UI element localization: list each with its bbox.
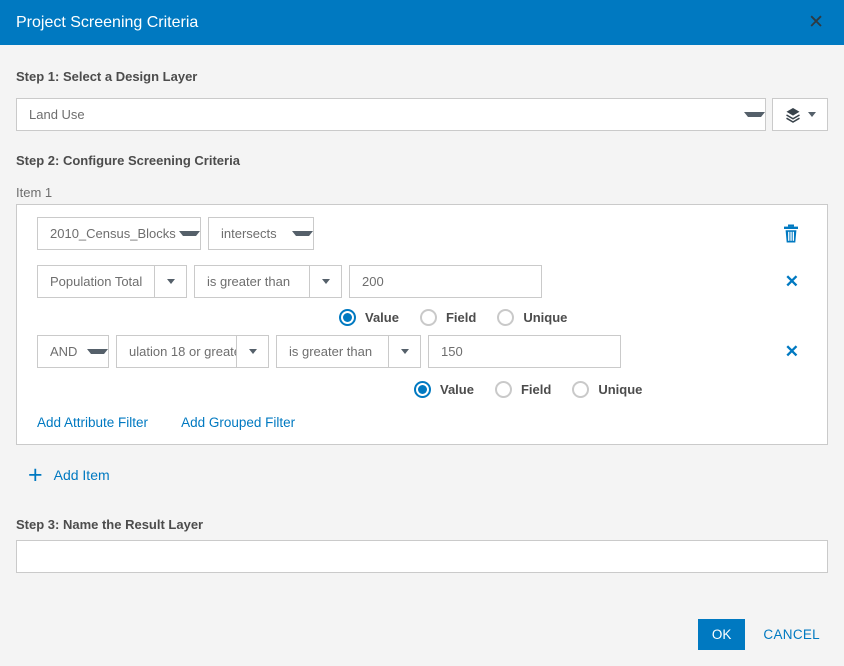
filter1-radio-value[interactable]: Value xyxy=(339,309,399,326)
filter2-radio-unique[interactable]: Unique xyxy=(572,381,642,398)
step1-label: Step 1: Select a Design Layer xyxy=(16,69,828,84)
spatial-operator-select[interactable]: intersects xyxy=(208,217,314,250)
filter1-operator-value: is greater than xyxy=(195,274,309,289)
screening-item-box: 2010_Census_Blocks intersects xyxy=(16,204,828,445)
dialog-header: Project Screening Criteria ✕ xyxy=(0,0,844,45)
design-layer-row: Land Use xyxy=(16,98,828,131)
filter2-radio-value[interactable]: Value xyxy=(414,381,474,398)
ok-button[interactable]: OK xyxy=(698,619,746,650)
dialog-footer: OK CANCEL xyxy=(698,619,820,650)
filter1-field-select[interactable]: Population Total xyxy=(37,265,187,298)
design-layer-select[interactable]: Land Use xyxy=(16,98,766,131)
radio-unselected-icon xyxy=(572,381,589,398)
chevron-down-icon xyxy=(292,231,313,236)
filter2-field-value: ulation 18 or greater xyxy=(117,344,236,359)
filter1-value-input[interactable] xyxy=(349,265,542,298)
filter-layer-value: 2010_Census_Blocks xyxy=(38,226,179,241)
dialog-title: Project Screening Criteria xyxy=(16,14,198,32)
item-label: Item 1 xyxy=(16,185,828,200)
radio-selected-icon xyxy=(339,309,356,326)
filter2-mode-radios: Value Field Unique xyxy=(414,380,807,399)
add-attribute-filter-link[interactable]: Add Attribute Filter xyxy=(37,415,148,430)
add-item-label: Add Item xyxy=(54,467,110,483)
trash-icon xyxy=(783,224,799,243)
design-layer-value: Land Use xyxy=(17,107,744,122)
filter-links-row: Add Attribute Filter Add Grouped Filter xyxy=(37,415,807,430)
filter2-field-select[interactable]: ulation 18 or greater xyxy=(116,335,269,368)
delete-item-button[interactable] xyxy=(783,224,799,243)
filter-layer-select[interactable]: 2010_Census_Blocks xyxy=(37,217,201,250)
layer-options-button[interactable] xyxy=(772,98,828,131)
step3-label: Step 3: Name the Result Layer xyxy=(16,517,828,532)
step2-label: Step 2: Configure Screening Criteria xyxy=(16,153,828,168)
attribute-filter-row: Population Total is greater than ✕ xyxy=(37,265,807,298)
chevron-down-icon xyxy=(808,112,816,117)
chevron-down-icon xyxy=(322,279,330,284)
spatial-filter-row: 2010_Census_Blocks intersects xyxy=(37,217,807,250)
filter1-radio-unique[interactable]: Unique xyxy=(497,309,567,326)
project-screening-criteria-dialog: Project Screening Criteria ✕ Step 1: Sel… xyxy=(0,0,844,666)
filter1-radio-field[interactable]: Field xyxy=(420,309,476,326)
result-layer-name-input[interactable] xyxy=(16,540,828,573)
filter2-logic-value: AND xyxy=(38,344,87,359)
chevron-down-icon xyxy=(87,349,108,354)
layers-icon xyxy=(785,107,801,123)
add-grouped-filter-link[interactable]: Add Grouped Filter xyxy=(181,415,295,430)
filter1-field-value: Population Total xyxy=(38,274,154,289)
cancel-button[interactable]: CANCEL xyxy=(763,627,820,642)
filter2-logic-select[interactable]: AND xyxy=(37,335,109,368)
filter2-radio-field[interactable]: Field xyxy=(495,381,551,398)
filter1-operator-select[interactable]: is greater than xyxy=(194,265,342,298)
chevron-down-icon xyxy=(744,112,765,117)
attribute-filter-row: AND ulation 18 or greater is greater tha… xyxy=(37,335,807,368)
dialog-body: Step 1: Select a Design Layer Land Use S… xyxy=(0,69,844,573)
chevron-down-icon xyxy=(179,231,200,236)
radio-selected-icon xyxy=(414,381,431,398)
filter2-value-input[interactable] xyxy=(428,335,621,368)
add-item-button[interactable]: + Add Item xyxy=(16,465,828,485)
radio-unselected-icon xyxy=(497,309,514,326)
remove-filter2-icon[interactable]: ✕ xyxy=(785,343,799,360)
chevron-down-icon xyxy=(167,279,175,284)
filter2-operator-value: is greater than xyxy=(277,344,388,359)
filter1-mode-radios: Value Field Unique xyxy=(339,308,807,327)
radio-unselected-icon xyxy=(495,381,512,398)
chevron-down-icon xyxy=(249,349,257,354)
radio-unselected-icon xyxy=(420,309,437,326)
filter2-operator-select[interactable]: is greater than xyxy=(276,335,421,368)
close-icon[interactable]: ✕ xyxy=(804,11,828,34)
plus-icon: + xyxy=(28,465,43,485)
spatial-operator-value: intersects xyxy=(209,226,292,241)
chevron-down-icon xyxy=(401,349,409,354)
remove-filter1-icon[interactable]: ✕ xyxy=(785,273,799,290)
